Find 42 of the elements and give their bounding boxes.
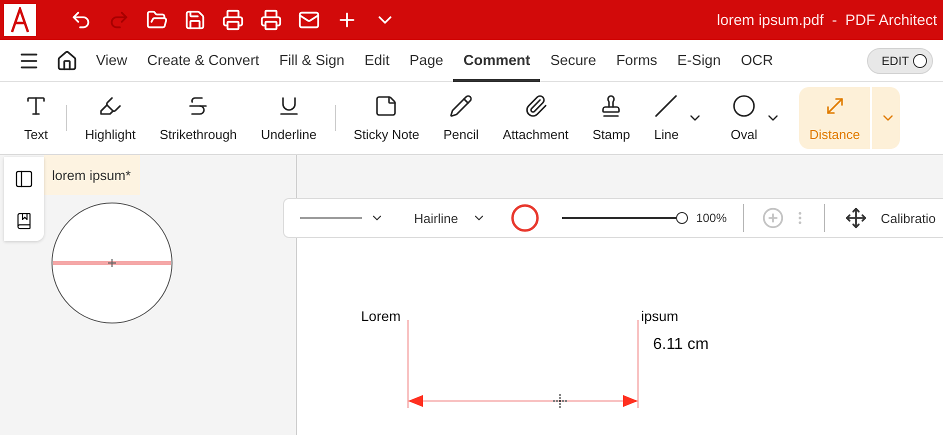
menu-tab[interactable]: Secure <box>540 40 606 82</box>
color-swatch[interactable] <box>510 203 540 233</box>
ribbon-tool[interactable]: Oval <box>720 87 796 149</box>
line-icon <box>654 94 678 118</box>
menu-tab[interactable]: Edit <box>354 40 400 82</box>
canvas-text: ipsum <box>641 308 678 324</box>
menu-tab[interactable]: View <box>86 40 138 82</box>
menu-tab[interactable]: Forms <box>606 40 668 82</box>
ribbon-tool[interactable]: Attachment <box>492 87 579 149</box>
measurement-label: 6.11 cm <box>653 336 709 354</box>
ribbon-tool[interactable]: Pencil <box>433 87 489 149</box>
ribbon-tool[interactable]: Sticky Note <box>344 87 430 149</box>
pencil-icon <box>449 94 474 118</box>
ribbon-tool[interactable]: Text <box>14 87 58 149</box>
ribbon-tool[interactable]: Highlight <box>75 87 146 149</box>
line-weight-dropdown[interactable]: Hairline <box>414 210 458 226</box>
ribbon-tool[interactable]: Stamp <box>582 87 640 149</box>
calibration-button[interactable]: Calibratio <box>880 210 936 226</box>
opacity-value: 100% <box>696 211 727 225</box>
menu-tab[interactable]: E-Sign <box>667 40 731 82</box>
distance-annotation[interactable] <box>405 320 641 410</box>
highlighter-icon <box>98 94 122 118</box>
ribbon-tool[interactable]: Strikethrough <box>150 87 247 149</box>
text-icon <box>24 94 48 118</box>
paperclip-icon <box>524 94 548 118</box>
canvas-text: Lorem <box>361 308 401 324</box>
edit-toggle[interactable]: EDIT <box>866 48 933 74</box>
calibration-icon[interactable] <box>844 207 867 229</box>
window-title: lorem ipsum.pdf - PDF Architect <box>716 12 937 28</box>
menu-tab[interactable]: OCR <box>730 40 784 82</box>
document-tab[interactable]: lorem ipsum* <box>44 155 140 195</box>
sticky-note-icon <box>374 94 398 118</box>
panel-icon[interactable] <box>14 168 34 188</box>
menu-tab[interactable]: Fill & Sign <box>269 40 354 82</box>
oval-icon <box>732 94 756 118</box>
bookmark-icon[interactable] <box>15 212 33 230</box>
logo-icon <box>4 4 36 36</box>
menu-tab[interactable]: Create & Convert <box>137 40 270 82</box>
menu-tab[interactable]: Page <box>399 40 454 82</box>
ribbon-tool[interactable]: Line <box>644 87 717 149</box>
slider-thumb[interactable] <box>676 212 688 224</box>
ribbon-tool[interactable]: Underline <box>250 87 327 149</box>
